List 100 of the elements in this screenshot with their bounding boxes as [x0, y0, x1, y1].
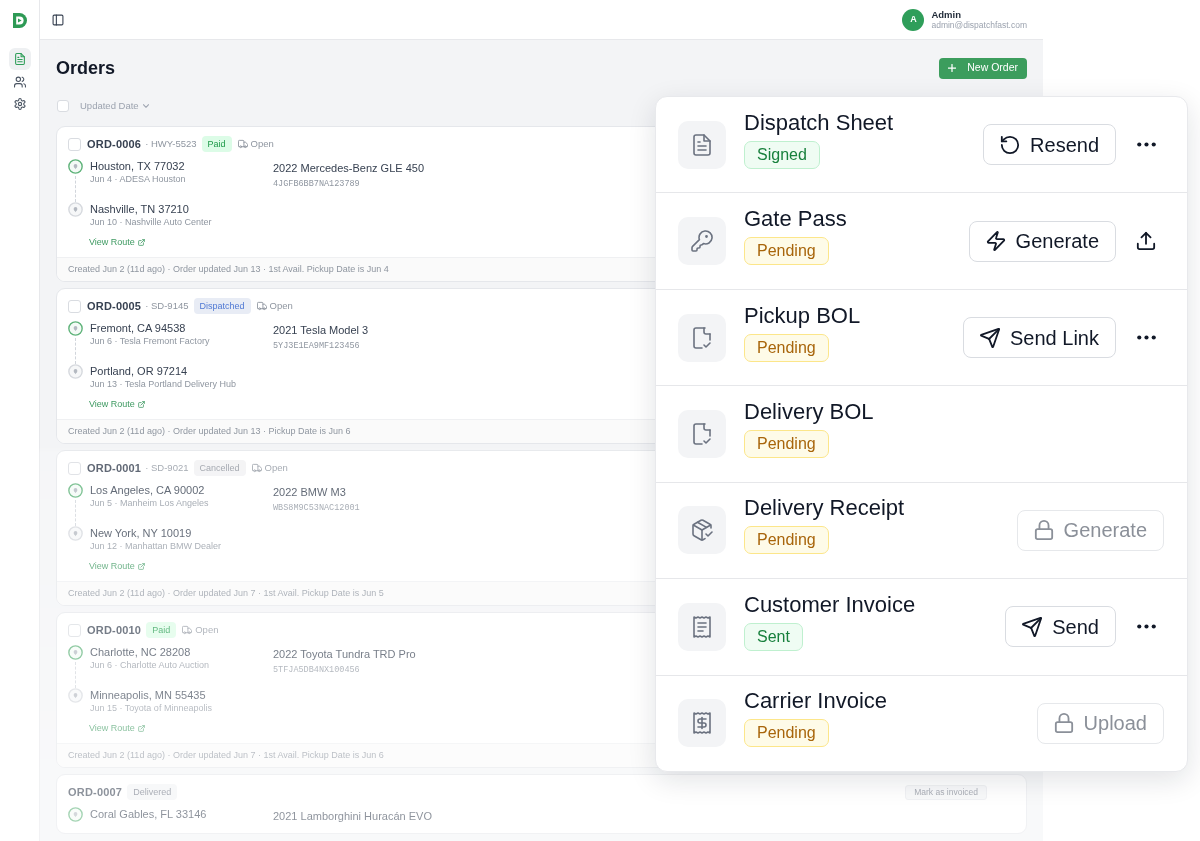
vin-text: 4JGFB6BB7NA123789	[273, 178, 361, 191]
dropoff-marker-icon	[68, 526, 83, 541]
status-badge: Pending	[744, 333, 829, 362]
stop-city: Charlotte, NC 28208	[90, 645, 192, 659]
vin-text: 5YJ3E1EA9MF123456	[273, 340, 361, 353]
document-action-button[interactable]: Send Link	[963, 317, 1116, 359]
refresh-icon	[1000, 134, 1021, 155]
status-badge: Sent	[744, 622, 803, 651]
order-reference: · SD-9145	[145, 298, 189, 313]
status-badge: Delivered	[127, 784, 178, 800]
receipt-dollar-icon	[678, 699, 726, 748]
view-route-link[interactable]: View Route	[89, 399, 145, 409]
vehicle-name: 2021 Tesla Model 3	[273, 323, 369, 337]
mark-invoiced-button[interactable]: Mark as invoiced	[905, 784, 987, 800]
stop-city: Los Angeles, CA 90002	[90, 483, 206, 497]
lightning-icon	[985, 231, 1006, 252]
truck-icon	[256, 301, 267, 311]
checkbox[interactable]	[68, 299, 81, 313]
document-title: Delivery Receipt	[744, 494, 905, 523]
document-title: Customer Invoice	[744, 590, 916, 619]
truck-icon	[251, 463, 262, 473]
stop-city: Minneapolis, MN 55435	[90, 688, 207, 702]
pickup-marker-icon	[68, 807, 83, 822]
truck-icon	[237, 139, 248, 149]
stop-details: Jun 5 · Manheim Los Angeles	[90, 497, 209, 510]
view-route-link[interactable]: View Route	[89, 723, 145, 733]
truck-icon	[182, 625, 193, 635]
chevron-down-icon	[142, 104, 149, 108]
document-icon	[678, 120, 726, 169]
stop-details: Jun 13 · Tesla Portland Delivery Hub	[90, 378, 236, 391]
document-title: Delivery BOL	[744, 397, 874, 426]
page-title: Orders	[56, 57, 116, 79]
stop-details: Jun 6 · Charlotte Auto Auction	[90, 659, 210, 672]
order-summary-text: Created Jun 2 (11d ago) · Order updated Jun 13 · 1st Avail. Pickup Date is Jun 4	[68, 262, 389, 276]
status-badge: Paid	[201, 136, 232, 152]
status-badge: Dispatched	[193, 298, 251, 314]
receipt-icon	[678, 602, 726, 651]
more-icon[interactable]	[1136, 624, 1156, 630]
vehicle-name: 2022 BMW M3	[273, 485, 347, 499]
sidebar-nav-button[interactable]	[8, 48, 31, 70]
external-link-icon	[137, 400, 145, 408]
order-number: ORD-0007	[68, 784, 123, 800]
status-badge: Paid	[146, 622, 177, 638]
checkbox[interactable]	[68, 137, 81, 151]
external-link-icon	[137, 562, 145, 570]
key-icon	[678, 217, 726, 266]
status-badge: Pending	[744, 526, 829, 555]
avatar: A	[902, 8, 925, 31]
document-action-button[interactable]: Send	[1005, 606, 1116, 648]
shipment-status: Open	[264, 460, 288, 475]
order-number: ORD-0006	[87, 136, 142, 152]
document-check-icon	[678, 409, 726, 458]
view-route-link[interactable]: View Route	[89, 237, 145, 247]
order-reference: · HWY-5523	[145, 136, 197, 151]
document-title: Carrier Invoice	[744, 687, 888, 716]
pickup-marker-icon	[68, 483, 83, 498]
new-order-button[interactable]: New Order	[939, 57, 1027, 79]
document-action-button[interactable]: Resend	[983, 124, 1116, 166]
order-number: ORD-0005	[87, 298, 142, 314]
logo-icon	[12, 12, 27, 28]
stop-details: Jun 4 · ADESA Houston	[90, 173, 186, 186]
pickup-marker-icon	[68, 321, 83, 336]
vehicle-name: 2022 Toyota Tundra TRD Pro	[273, 647, 416, 661]
vehicle-name: 2022 Mercedes-Benz GLE 450	[273, 161, 425, 175]
paper-plane-icon	[1022, 616, 1043, 637]
sidebar-toggle-button[interactable]	[52, 13, 64, 26]
document-title: Pickup BOL	[744, 301, 861, 330]
checkbox[interactable]	[68, 623, 81, 637]
status-badge: Pending	[744, 429, 829, 458]
checkbox[interactable]	[68, 461, 81, 475]
upload-icon[interactable]	[1136, 231, 1156, 252]
status-badge: Pending	[744, 237, 829, 266]
stop-city: Fremont, CA 94538	[90, 321, 187, 335]
shipment-status: Open	[195, 622, 219, 637]
pickup-marker-icon	[68, 159, 83, 174]
vin-text: 5TFJA5DB4NX100456	[273, 664, 361, 677]
external-link-icon	[137, 724, 145, 732]
sidebar-panel-icon	[52, 13, 64, 26]
view-route-link[interactable]: View Route	[89, 561, 145, 571]
more-icon[interactable]	[1136, 335, 1156, 341]
lock-icon	[1053, 713, 1074, 734]
shipment-status: Open	[250, 136, 274, 151]
document-action-button[interactable]: Generate	[968, 220, 1116, 262]
sort-dropdown[interactable]: Updated Date	[80, 98, 149, 114]
stop-details: Jun 10 · Nashville Auto Center	[90, 216, 212, 229]
stop-details: Jun 12 · Manhattan BMW Dealer	[90, 540, 222, 553]
pickup-marker-icon	[68, 645, 83, 660]
plus-icon	[948, 64, 957, 72]
order-summary-text: Created Jun 2 (11d ago) · Order updated Jun 7 · 1st Avail. Pickup Date is Jun 5	[68, 586, 384, 600]
users-icon	[13, 75, 26, 88]
shipment-status: Open	[269, 298, 293, 313]
more-icon[interactable]	[1136, 142, 1156, 148]
order-summary-text: Created Jun 2 (11d ago) · Order updated Jun 13 · Pickup Date is Jun 6	[68, 424, 351, 438]
stop-details: Jun 15 · Toyota of Minneapolis	[90, 702, 212, 715]
user-name: Admin	[931, 8, 962, 20]
order-reference: · SD-9021	[145, 460, 189, 475]
user-email: admin@dispatchfast.com	[931, 19, 1027, 31]
package-check-icon	[678, 506, 726, 555]
status-badge: Signed	[744, 140, 820, 169]
checkbox[interactable]	[57, 100, 69, 112]
